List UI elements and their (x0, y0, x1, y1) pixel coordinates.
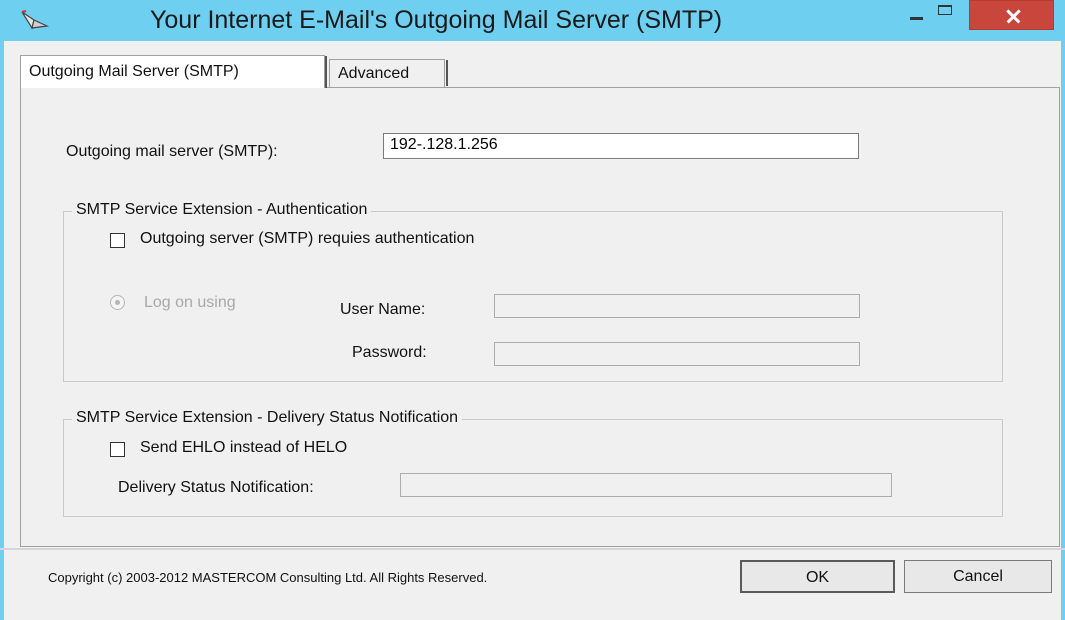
password-label: Password: (352, 344, 427, 361)
smtp-dialog-window: Your Internet E-Mail's Outgoing Mail Ser… (0, 0, 1065, 620)
ok-button[interactable]: OK (740, 560, 895, 593)
logon-radio (110, 295, 125, 310)
username-input[interactable] (494, 294, 860, 318)
auth-group-title: SMTP Service Extension - Authentication (72, 201, 372, 219)
dsn-group: SMTP Service Extension - Delivery Status… (63, 409, 1003, 517)
maximize-icon[interactable] (930, 0, 962, 30)
requires-auth-label: Outgoing server (SMTP) requies authentic… (140, 230, 475, 247)
tab-advanced[interactable]: Advanced (329, 59, 448, 88)
tab-panel: Outgoing mail server (SMTP): 192-.128.1.… (20, 87, 1060, 547)
cancel-button[interactable]: Cancel (904, 560, 1052, 593)
smtp-server-input[interactable]: 192-.128.1.256 (383, 133, 859, 159)
username-label: User Name: (340, 301, 426, 318)
title-bar[interactable]: Your Internet E-Mail's Outgoing Mail Ser… (0, 0, 1065, 41)
ehlo-checkbox[interactable] (110, 442, 125, 457)
requires-auth-checkbox[interactable] (110, 233, 125, 248)
auth-group: SMTP Service Extension - Authentication … (63, 201, 1003, 382)
window-frame-right (1061, 41, 1065, 620)
dsn-input[interactable] (400, 473, 892, 497)
dsn-label: Delivery Status Notification: (118, 479, 314, 496)
logon-label: Log on using (144, 294, 236, 311)
minimize-icon[interactable] (902, 0, 932, 30)
mail-send-icon (21, 10, 50, 30)
server-label: Outgoing mail server (SMTP): (66, 143, 278, 160)
tab-outgoing-mail-server[interactable]: Outgoing Mail Server (SMTP) (20, 55, 327, 88)
close-icon[interactable] (969, 0, 1054, 30)
copyright-text: Copyright (c) 2003-2012 MASTERCOM Consul… (48, 570, 488, 585)
ehlo-label: Send EHLO instead of HELO (140, 439, 348, 456)
dsn-group-title: SMTP Service Extension - Delivery Status… (72, 409, 463, 427)
footer-separator (0, 548, 1065, 550)
password-input[interactable] (494, 342, 860, 366)
window-frame-left (0, 41, 4, 620)
window-title: Your Internet E-Mail's Outgoing Mail Ser… (150, 6, 723, 34)
